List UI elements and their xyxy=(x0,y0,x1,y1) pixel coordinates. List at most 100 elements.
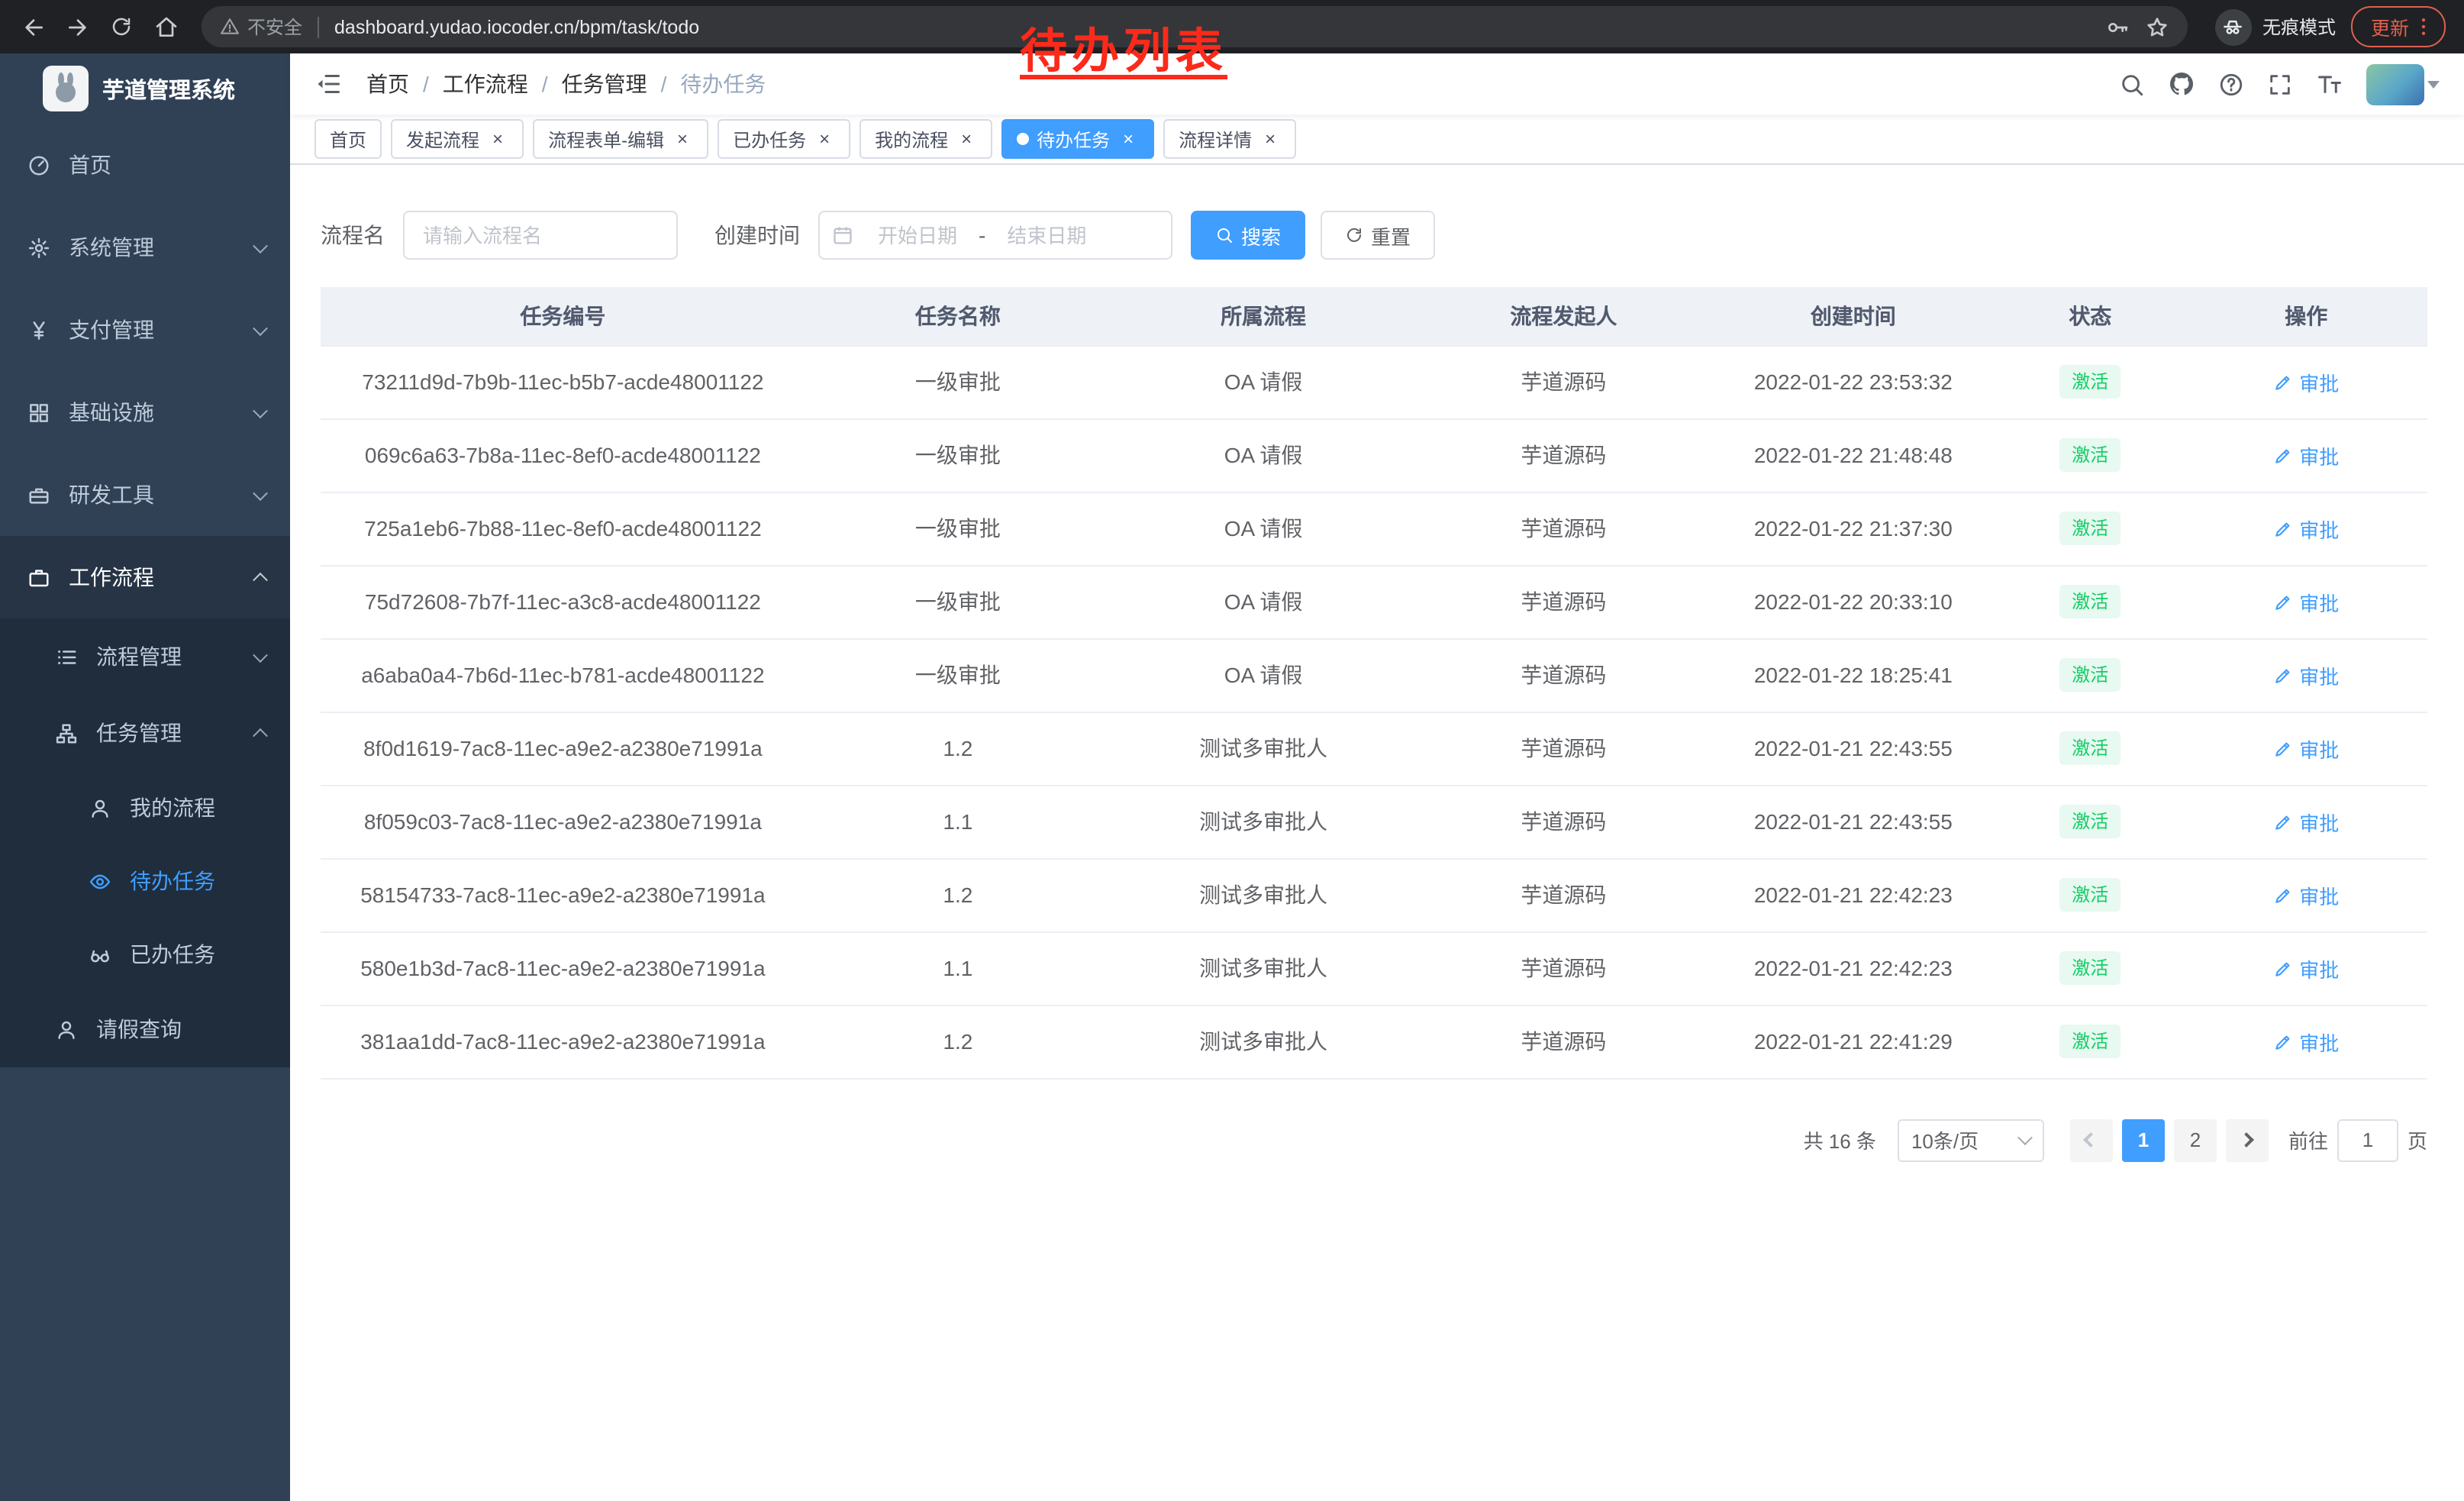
cell-actions: 审批 xyxy=(2185,712,2428,785)
browser-back-button[interactable] xyxy=(12,6,53,47)
tab-done-tasks[interactable]: 已办任务 × xyxy=(718,119,850,159)
app-title: 芋道管理系统 xyxy=(102,73,235,105)
page-button-1[interactable]: 1 xyxy=(2122,1118,2165,1161)
security-indicator[interactable]: 不安全 xyxy=(220,14,302,40)
tab-todo-tasks[interactable]: 待办任务 × xyxy=(1001,119,1154,159)
approve-link[interactable]: 审批 xyxy=(2273,880,2339,909)
cell-status: 激活 xyxy=(1995,565,2185,638)
cell-status: 激活 xyxy=(1995,492,2185,565)
page-size-select[interactable]: 10条/页 xyxy=(1898,1118,2044,1161)
close-icon[interactable]: × xyxy=(956,128,977,150)
cell-task-name: 一级审批 xyxy=(805,492,1111,565)
menu-label: 请假查询 xyxy=(96,1014,182,1044)
close-icon[interactable]: × xyxy=(1118,128,1139,150)
edit-icon xyxy=(2273,445,2293,465)
cell-task-id: 75d72608-7b7f-11ec-a3c8-acde48001122 xyxy=(321,565,805,638)
approve-link[interactable]: 审批 xyxy=(2273,367,2339,396)
tab-process-detail[interactable]: 流程详情 × xyxy=(1163,119,1296,159)
cell-status: 激活 xyxy=(1995,931,2185,1005)
approve-link[interactable]: 审批 xyxy=(2273,1027,2339,1056)
menu-label: 研发工具 xyxy=(69,479,154,510)
process-name-input[interactable] xyxy=(403,211,678,260)
cell-task-name: 一级审批 xyxy=(805,345,1111,418)
approve-link[interactable]: 审批 xyxy=(2273,587,2339,616)
next-page-button[interactable] xyxy=(2226,1118,2269,1161)
sidebar-item-payment[interactable]: 支付管理 xyxy=(0,289,290,371)
tab-my-process[interactable]: 我的流程 × xyxy=(859,119,992,159)
prev-page-button[interactable] xyxy=(2070,1118,2113,1161)
font-size-icon[interactable] xyxy=(2316,70,2343,98)
approve-link[interactable]: 审批 xyxy=(2273,807,2339,836)
breadcrumb-home[interactable]: 首页 xyxy=(366,69,409,99)
cell-actions: 审批 xyxy=(2185,345,2428,418)
sidebar-item-infra[interactable]: 基础设施 xyxy=(0,371,290,454)
breadcrumb-task-mgmt[interactable]: 任务管理 xyxy=(562,69,647,99)
cell-task-id: 381aa1dd-7ac8-11ec-a9e2-a2380e71991a xyxy=(321,1005,805,1078)
menu-label: 任务管理 xyxy=(96,718,182,748)
browser-home-button[interactable] xyxy=(145,6,186,47)
approve-label: 审批 xyxy=(2299,367,2339,396)
close-icon[interactable]: × xyxy=(487,128,508,150)
sidebar-collapse-button[interactable] xyxy=(314,70,342,98)
github-icon[interactable] xyxy=(2168,70,2195,98)
sidebar-item-workflow[interactable]: 工作流程 xyxy=(0,536,290,618)
search-icon xyxy=(1215,226,1234,244)
page-button-2[interactable]: 2 xyxy=(2174,1118,2217,1161)
approve-link[interactable]: 审批 xyxy=(2273,514,2339,543)
browser-menu-icon[interactable] xyxy=(2412,15,2435,38)
table-row: 725a1eb6-7b88-11ec-8ef0-acde48001122 一级审… xyxy=(321,492,2427,565)
sidebar-item-devtools[interactable]: 研发工具 xyxy=(0,454,290,536)
incognito-icon xyxy=(2215,8,2252,45)
sidebar-item-system[interactable]: 系统管理 xyxy=(0,206,290,289)
toolbox-icon xyxy=(27,483,50,506)
sidebar: 芋道管理系统 首页 系统管理 支付管理 xyxy=(0,53,290,1501)
approve-label: 审批 xyxy=(2299,441,2339,470)
logo-link[interactable]: 芋道管理系统 xyxy=(0,53,290,124)
goto-page-input[interactable] xyxy=(2337,1118,2398,1161)
approve-link[interactable]: 审批 xyxy=(2273,660,2339,689)
tab-start-process[interactable]: 发起流程 × xyxy=(391,119,524,159)
cell-process: OA 请假 xyxy=(1111,565,1416,638)
breadcrumb-workflow[interactable]: 工作流程 xyxy=(443,69,528,99)
approve-link[interactable]: 审批 xyxy=(2273,954,2339,983)
fullscreen-icon[interactable] xyxy=(2267,71,2293,97)
sidebar-item-todo-tasks[interactable]: 待办任务 xyxy=(0,844,290,918)
password-key-icon[interactable] xyxy=(2105,15,2130,39)
sidebar-item-my-process[interactable]: 我的流程 xyxy=(0,771,290,844)
tab-label: 已办任务 xyxy=(733,126,806,152)
date-range-picker[interactable]: - xyxy=(818,211,1172,260)
user-avatar[interactable] xyxy=(2366,63,2440,105)
sidebar-item-leave-query[interactable]: 请假查询 xyxy=(0,991,290,1067)
start-date-input[interactable] xyxy=(859,224,976,247)
approve-link[interactable]: 审批 xyxy=(2273,734,2339,763)
close-icon[interactable]: × xyxy=(1259,128,1281,150)
menu-label: 已办任务 xyxy=(130,939,215,970)
search-button[interactable]: 搜索 xyxy=(1191,211,1305,260)
cell-status: 激活 xyxy=(1995,418,2185,492)
page-content: 流程名 创建时间 - 搜索 xyxy=(290,165,2464,1501)
browser-forward-button[interactable] xyxy=(56,6,98,47)
help-icon[interactable] xyxy=(2218,71,2244,97)
end-date-input[interactable] xyxy=(989,224,1105,247)
sidebar-item-home[interactable]: 首页 xyxy=(0,124,290,206)
tab-label: 流程详情 xyxy=(1179,126,1252,152)
tab-home[interactable]: 首页 xyxy=(314,119,382,159)
close-icon[interactable]: × xyxy=(672,128,693,150)
sidebar-item-process-mgmt[interactable]: 流程管理 xyxy=(0,618,290,695)
browser-update-button[interactable]: 更新 xyxy=(2351,6,2446,47)
bookmark-star-icon[interactable] xyxy=(2145,15,2169,39)
browser-reload-button[interactable] xyxy=(101,6,142,47)
tab-form-edit[interactable]: 流程表单-编辑 × xyxy=(533,119,708,159)
sidebar-item-done-tasks[interactable]: 已办任务 xyxy=(0,918,290,991)
cell-create-time: 2022-01-22 18:25:41 xyxy=(1711,638,1996,712)
cell-task-name: 1.1 xyxy=(805,931,1111,1005)
search-icon[interactable] xyxy=(2119,71,2145,97)
reset-button[interactable]: 重置 xyxy=(1321,211,1435,260)
close-icon[interactable]: × xyxy=(814,128,835,150)
workflow-submenu: 流程管理 任务管理 我的流程 待办任务 xyxy=(0,618,290,1067)
yen-icon xyxy=(27,318,50,341)
approve-link[interactable]: 审批 xyxy=(2273,441,2339,470)
sidebar-item-task-mgmt[interactable]: 任务管理 xyxy=(0,695,290,771)
cell-task-name: 1.2 xyxy=(805,712,1111,785)
filter-bar: 流程名 创建时间 - 搜索 xyxy=(321,211,2427,260)
